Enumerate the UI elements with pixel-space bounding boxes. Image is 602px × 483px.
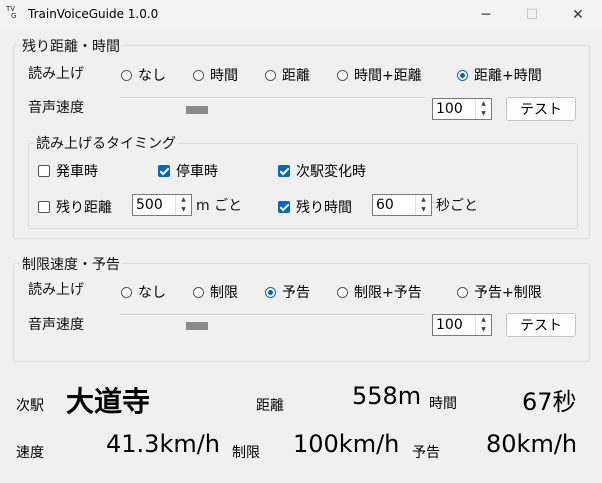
radio-sl-notice[interactable]: 予告: [265, 282, 310, 302]
check-stop-label: 停車時: [176, 164, 218, 180]
check-depart-label: 発車時: [56, 164, 98, 180]
check-remaining-time-box[interactable]: [278, 201, 290, 213]
radio-dt-distance[interactable]: 距離: [265, 65, 310, 85]
speech-speed-track[interactable]: [120, 314, 425, 316]
check-stop[interactable]: 停車時: [158, 161, 218, 181]
radio-sl-notice-limit[interactable]: 予告+制限: [457, 282, 542, 302]
radio-dt-time-distance-label: 時間+距離: [354, 68, 422, 84]
check-remaining-distance-label: 残り距離: [56, 200, 112, 216]
radio-sl-notice-limit-label: 予告+制限: [474, 285, 542, 301]
next-station-value: 大道寺: [66, 385, 151, 418]
speech-speed-label: 音声速度: [28, 317, 84, 333]
radio-dt-distance-time[interactable]: 距離+時間: [457, 65, 542, 85]
radio-sl-none-circle[interactable]: [121, 286, 132, 298]
radio-sl-none[interactable]: なし: [121, 282, 166, 302]
speech-speed-thumb[interactable]: [186, 106, 208, 114]
check-remaining-distance-box[interactable]: [38, 201, 50, 213]
spin-up-icon[interactable]: ▲: [416, 195, 431, 205]
distance-time-legend: 残り距離・時間: [20, 36, 122, 56]
remaining-time-value[interactable]: 60: [373, 195, 415, 215]
speech-speed-spinner[interactable]: 100 ▲ ▼: [432, 98, 492, 120]
radio-sl-limit-circle[interactable]: [193, 286, 204, 298]
time-label: 時間: [429, 396, 457, 412]
speech-speed-track[interactable]: [120, 97, 425, 99]
check-remaining-time[interactable]: 残り時間: [278, 197, 352, 217]
close-button[interactable]: ✕: [555, 0, 601, 30]
check-remaining-time-label: 残り時間: [296, 200, 352, 216]
speed-label: 速度: [16, 445, 44, 461]
notice-value: 80km/h: [486, 430, 578, 458]
radio-dt-distance-label: 距離: [282, 68, 310, 84]
speed-limit-legend: 制限速度・予告: [20, 254, 122, 274]
radio-dt-time-distance-circle[interactable]: [337, 69, 348, 81]
remaining-time-spinner[interactable]: 60 ▲ ▼: [372, 194, 432, 216]
app-icon-text-bottom: G: [11, 12, 17, 20]
speech-speed-spinner[interactable]: 100 ▲ ▼: [432, 314, 492, 336]
remaining-time-unit: 秒ごと: [436, 198, 478, 214]
radio-dt-none[interactable]: なし: [121, 65, 166, 85]
radio-dt-time[interactable]: 時間: [193, 65, 238, 85]
spinner-arrows[interactable]: ▲ ▼: [475, 99, 491, 119]
time-value: 67秒: [522, 388, 577, 416]
speech-speed-value[interactable]: 100: [433, 99, 475, 119]
notice-label: 予告: [412, 445, 440, 461]
check-depart-box[interactable]: [38, 165, 50, 177]
check-next-station-box[interactable]: [278, 165, 290, 177]
limit-label: 制限: [232, 445, 260, 461]
radio-sl-none-label: なし: [138, 285, 166, 301]
timing-legend: 読み上げるタイミング: [34, 133, 178, 153]
spinner-arrows[interactable]: ▲ ▼: [175, 195, 191, 215]
radio-dt-distance-time-circle[interactable]: [457, 69, 468, 81]
check-depart[interactable]: 発車時: [38, 161, 98, 181]
app-icon: TV G: [6, 6, 20, 20]
radio-sl-notice-label: 予告: [282, 285, 310, 301]
radio-dt-time-distance[interactable]: 時間+距離: [337, 65, 422, 85]
radio-sl-notice-limit-circle[interactable]: [457, 286, 468, 298]
spin-down-icon[interactable]: ▼: [416, 205, 431, 215]
check-next-station-label: 次駅変化時: [296, 164, 366, 180]
readout-label: 読み上げ: [28, 66, 84, 82]
radio-sl-notice-circle[interactable]: [265, 286, 276, 298]
next-station-label: 次駅: [16, 398, 44, 414]
spinner-arrows[interactable]: ▲ ▼: [475, 315, 491, 335]
remaining-distance-spinner[interactable]: 500 ▲ ▼: [132, 194, 192, 216]
radio-sl-limit-notice-circle[interactable]: [337, 286, 348, 298]
radio-dt-time-circle[interactable]: [193, 69, 204, 81]
radio-sl-limit-notice-label: 制限+予告: [354, 285, 422, 301]
limit-value: 100km/h: [293, 430, 400, 458]
remaining-distance-value[interactable]: 500: [133, 195, 175, 215]
speech-speed-label: 音声速度: [28, 100, 84, 116]
distance-label: 距離: [256, 398, 284, 414]
radio-dt-none-circle[interactable]: [121, 69, 132, 81]
check-remaining-distance[interactable]: 残り距離: [38, 197, 112, 217]
test-button[interactable]: テスト: [506, 97, 576, 121]
minimize-button[interactable]: ─: [463, 0, 509, 30]
distance-value: 558m: [352, 382, 422, 410]
spin-up-icon[interactable]: ▲: [176, 195, 191, 205]
speed-value: 41.3km/h: [106, 430, 221, 458]
radio-dt-distance-circle[interactable]: [265, 69, 276, 81]
radio-sl-limit-notice[interactable]: 制限+予告: [337, 282, 422, 302]
radio-dt-time-label: 時間: [210, 68, 238, 84]
radio-sl-limit-label: 制限: [210, 285, 238, 301]
spin-down-icon[interactable]: ▼: [476, 109, 491, 119]
radio-dt-none-label: なし: [138, 68, 166, 84]
test-button[interactable]: テスト: [506, 313, 576, 337]
remaining-distance-unit: m ごと: [196, 198, 243, 214]
readout-label: 読み上げ: [28, 282, 84, 298]
spin-up-icon[interactable]: ▲: [476, 99, 491, 109]
window-title: TrainVoiceGuide 1.0.0: [28, 7, 159, 21]
spin-down-icon[interactable]: ▼: [176, 205, 191, 215]
speech-speed-thumb[interactable]: [186, 322, 208, 330]
maximize-button[interactable]: ☐: [509, 0, 555, 30]
check-stop-box[interactable]: [158, 165, 170, 177]
check-next-station[interactable]: 次駅変化時: [278, 161, 366, 181]
spinner-arrows[interactable]: ▲ ▼: [415, 195, 431, 215]
speed-limit-group: [13, 263, 590, 362]
spin-up-icon[interactable]: ▲: [476, 315, 491, 325]
spin-down-icon[interactable]: ▼: [476, 325, 491, 335]
speech-speed-value[interactable]: 100: [433, 315, 475, 335]
radio-sl-limit[interactable]: 制限: [193, 282, 238, 302]
radio-dt-distance-time-label: 距離+時間: [474, 68, 542, 84]
